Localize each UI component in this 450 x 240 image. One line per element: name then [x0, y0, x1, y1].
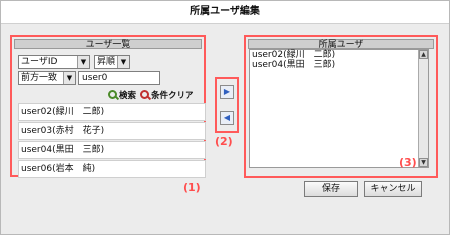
clear-search-icon — [140, 90, 149, 99]
search-button[interactable]: 検索 — [108, 89, 136, 101]
field-select-value: ユーザID — [21, 57, 58, 67]
list-item[interactable]: user04(黒田 三郎) — [18, 141, 206, 159]
member-item[interactable]: user02(緑川 二郎) — [250, 50, 428, 60]
list-item[interactable]: user03(赤村 花子) — [18, 122, 206, 140]
search-label: 検索 — [119, 91, 137, 101]
field-select[interactable]: ユーザID ▼ — [18, 55, 90, 69]
user-list-header: ユーザ一覧 — [14, 39, 202, 50]
scroll-down-icon[interactable]: ▼ — [419, 158, 428, 167]
member-item[interactable]: user04(黒田 三郎) — [250, 60, 428, 70]
annotation-2: (2) — [215, 135, 233, 148]
user-list-panel: ユーザ一覧 ユーザID ▼ 昇順 ▼ 前方一致 ▼ user0 検索 条件クリア… — [10, 35, 206, 178]
save-button[interactable]: 保存 — [304, 181, 358, 197]
list-item[interactable]: user02(緑川 二郎) — [18, 103, 206, 121]
order-select-value: 昇順 — [97, 57, 116, 67]
clear-conditions-button[interactable]: 条件クリア — [140, 89, 194, 101]
arrow-left-icon[interactable]: ◀ — [220, 111, 234, 125]
clear-label: 条件クリア — [151, 91, 194, 101]
member-list[interactable]: user02(緑川 二郎) user04(黒田 三郎) ▲ ▼ — [249, 49, 429, 168]
move-buttons-panel: ▶ ◀ — [215, 77, 239, 133]
search-input[interactable]: user0 — [78, 71, 160, 85]
list-item[interactable]: user06(岩本 純) — [18, 160, 206, 178]
cancel-button[interactable]: キャンセル — [364, 181, 422, 197]
member-list-header: 所属ユーザ — [248, 39, 434, 50]
arrow-right-icon[interactable]: ▶ — [220, 85, 234, 99]
user-edit-dialog: 所属ユーザ編集 ユーザ一覧 ユーザID ▼ 昇順 ▼ 前方一致 ▼ user0 … — [0, 0, 450, 235]
search-icon — [108, 90, 117, 99]
annotation-3: (3) — [399, 156, 417, 169]
match-select[interactable]: 前方一致 ▼ — [18, 71, 76, 85]
member-list-scrollbar[interactable]: ▲ ▼ — [418, 50, 428, 167]
scroll-up-icon[interactable]: ▲ — [419, 50, 428, 59]
chevron-down-icon[interactable]: ▼ — [63, 72, 75, 84]
dialog-title: 所属ユーザ編集 — [1, 1, 449, 24]
order-select[interactable]: 昇順 ▼ — [94, 55, 130, 69]
match-select-value: 前方一致 — [21, 73, 58, 83]
chevron-down-icon[interactable]: ▼ — [77, 56, 89, 68]
annotation-1: (1) — [183, 181, 201, 194]
chevron-down-icon[interactable]: ▼ — [117, 56, 129, 68]
